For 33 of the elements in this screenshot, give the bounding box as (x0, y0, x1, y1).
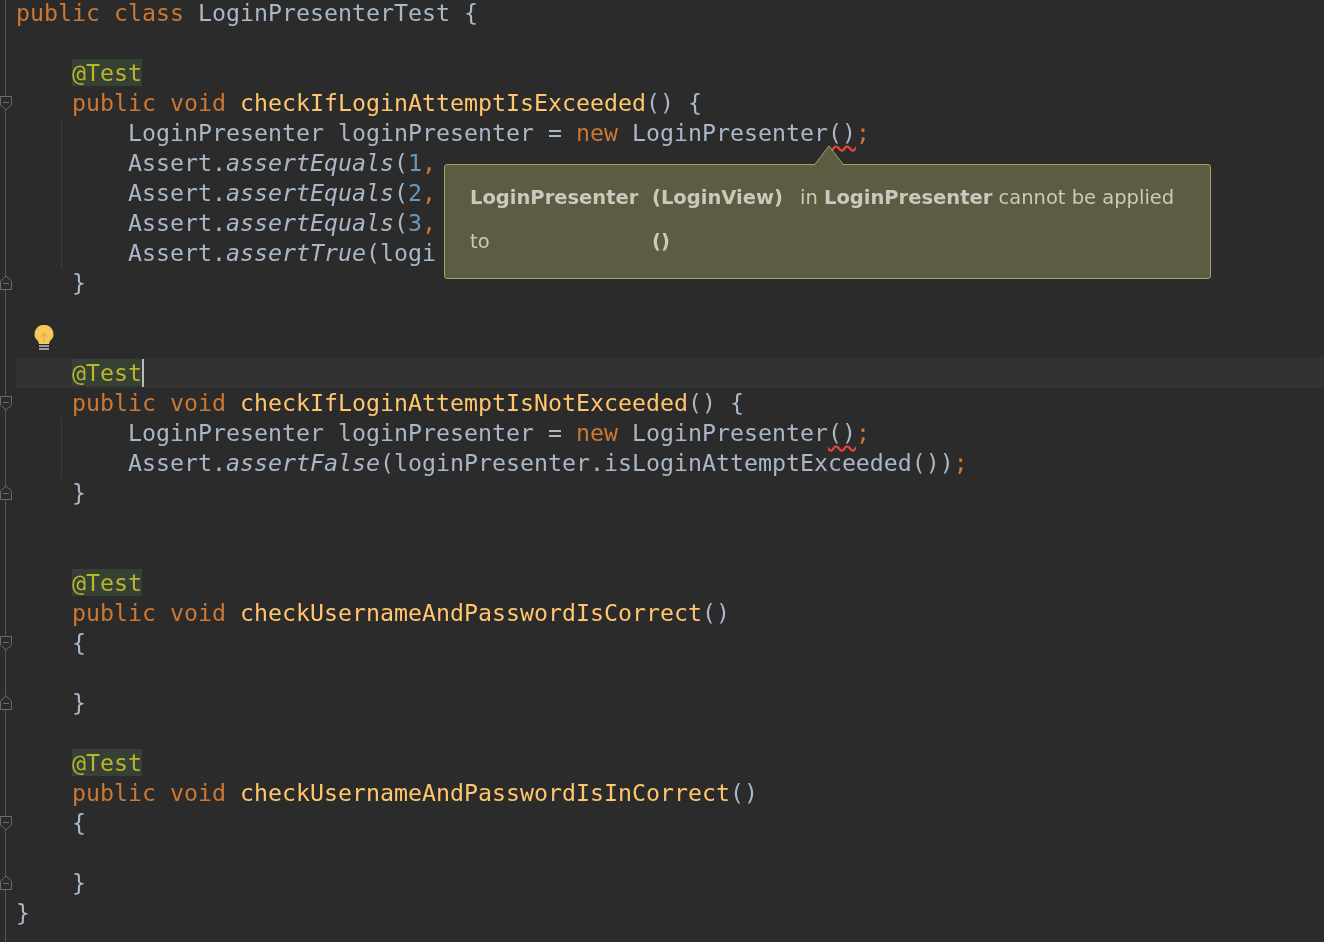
code-line: Assert.assertTrue(logi (127, 238, 436, 268)
code-line: } (71, 688, 86, 718)
code-line: Assert.assertEquals(2, (127, 178, 436, 208)
code-line: } (71, 268, 86, 298)
fold-icon[interactable] (0, 875, 12, 891)
fold-icon[interactable] (0, 95, 12, 111)
fold-icon[interactable] (0, 485, 12, 501)
code-line: public void checkIfLoginAttemptIsNotExceeded() { (71, 388, 744, 418)
code-line: } (71, 478, 86, 508)
tooltip-text: LoginPresenter (470, 185, 640, 211)
code-line: LoginPresenter loginPresenter = new LoginPresenter(); (127, 418, 870, 448)
fold-icon[interactable] (0, 275, 12, 291)
fold-icon[interactable] (0, 695, 12, 711)
code-line: Assert.assertEquals(1, (127, 148, 436, 178)
tooltip-text: in LoginPresenter cannot be applied (800, 185, 1176, 211)
fold-icon[interactable] (0, 815, 12, 831)
tooltip-text: (LoginView) (652, 185, 784, 211)
tooltip-text: to (470, 229, 491, 255)
code-line: public class LoginPresenterTest { (16, 0, 478, 28)
code-line: { (71, 628, 86, 658)
fold-icon[interactable] (0, 395, 12, 411)
fold-icon[interactable] (0, 635, 12, 651)
code-line: public void checkIfLoginAttemptIsExceeded() { (71, 88, 702, 118)
code-line: LoginPresenter loginPresenter = new LoginPresenter(); (127, 118, 870, 148)
code-line: Assert.assertEquals(3, (127, 208, 436, 238)
code-line: Assert.assertFalse(loginPresenter.isLoginAttemptExceeded()); (127, 448, 968, 478)
code-line: } (16, 898, 30, 928)
code-line: public void checkUsernameAndPasswordIsCorrect() (71, 598, 730, 628)
code-line: { (71, 808, 86, 838)
tooltip-text: () (652, 229, 671, 255)
lightbulb-icon[interactable] (33, 324, 55, 352)
code-line: } (71, 868, 86, 898)
code-line: public void checkUsernameAndPasswordIsInCorrect() (71, 778, 758, 808)
